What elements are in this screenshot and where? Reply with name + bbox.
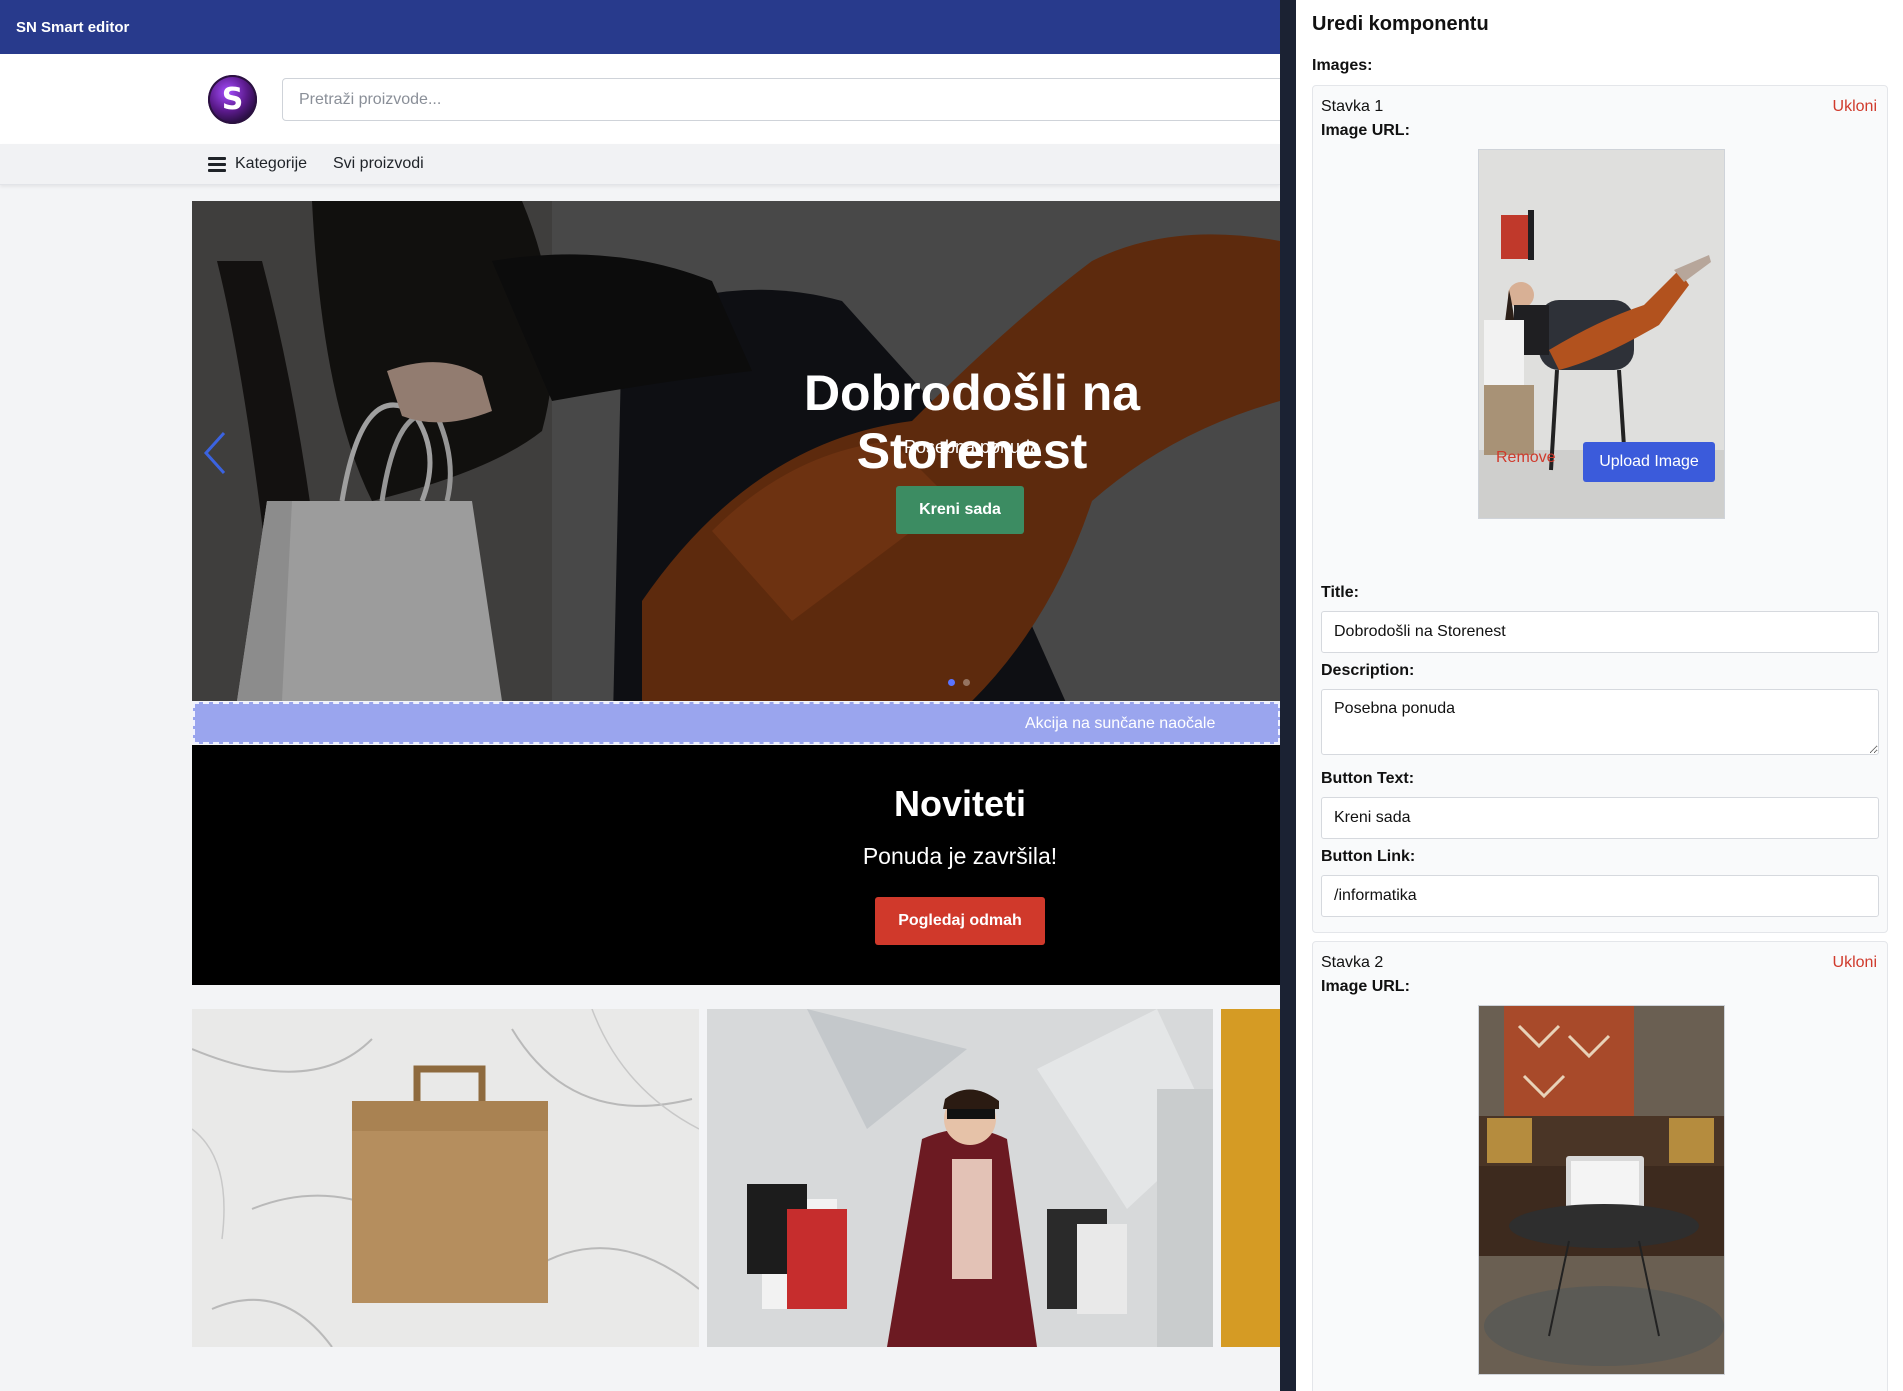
nav-categories-label: Kategorije bbox=[235, 155, 308, 172]
nav-all-products[interactable]: Svi proizvodi bbox=[333, 155, 424, 173]
nav-all-products-label: Svi proizvodi bbox=[333, 155, 424, 172]
description-label: Description: bbox=[1321, 662, 1415, 679]
promo-cta-button[interactable]: Pogledaj odmah bbox=[875, 897, 1045, 945]
hero-slider[interactable]: Dobrodošli na Storenest Posebna ponuda K… bbox=[192, 201, 1280, 701]
remove-image-button[interactable]: Remove bbox=[1496, 449, 1556, 467]
remove-item-button[interactable]: Ukloni bbox=[1833, 954, 1877, 972]
title-label: Title: bbox=[1321, 584, 1359, 601]
promo-banner: Noviteti Ponuda je završila! Pogledaj od… bbox=[192, 745, 1280, 985]
site-header: S bbox=[0, 54, 1280, 144]
hero-title: Dobrodošli na Storenest bbox=[803, 365, 1141, 479]
thumbnail-image bbox=[1479, 1006, 1724, 1374]
image-url-label: Image URL: bbox=[1321, 122, 1410, 139]
panel-title: Uredi komponentu bbox=[1312, 13, 1489, 35]
description-textarea[interactable]: Posebna ponuda bbox=[1321, 689, 1879, 755]
title-input[interactable] bbox=[1321, 611, 1879, 653]
upload-image-button[interactable]: Upload Image bbox=[1583, 442, 1715, 482]
hamburger-icon bbox=[208, 157, 226, 172]
logo-letter: S bbox=[221, 82, 244, 117]
images-label: Images: bbox=[1312, 57, 1373, 74]
store-preview: SN Smart editor S Kategorije Svi proizvo… bbox=[0, 0, 1280, 1391]
slider-dots bbox=[948, 679, 970, 686]
item-heading: Stavka 2 bbox=[1321, 954, 1384, 971]
store-logo[interactable]: S bbox=[208, 75, 257, 124]
slider-dot-active[interactable] bbox=[948, 679, 955, 686]
promo-subtitle: Ponuda je završila! bbox=[862, 843, 1058, 869]
announcement-bar[interactable]: Akcija na sunčane naočale bbox=[193, 702, 1280, 744]
button-text-label: Button Text: bbox=[1321, 770, 1415, 787]
editor-panel: Uredi komponentu Images: Stavka 1 Ukloni… bbox=[1296, 0, 1903, 1391]
hero-cta-button[interactable]: Kreni sada bbox=[896, 486, 1024, 534]
button-link-label: Button Link: bbox=[1321, 848, 1416, 865]
image-item-card: Stavka 1 Ukloni Image URL: Remove Upload… bbox=[1312, 85, 1888, 933]
hero-description: Posebna ponuda bbox=[903, 437, 1041, 457]
slider-dot[interactable] bbox=[963, 679, 970, 686]
chevron-left-icon[interactable] bbox=[200, 429, 230, 477]
image-url-label: Image URL: bbox=[1321, 978, 1410, 995]
image-thumbnail bbox=[1478, 1005, 1725, 1375]
editor-topbar: SN Smart editor bbox=[0, 0, 1280, 54]
nav-categories[interactable]: Kategorije bbox=[208, 155, 307, 173]
image-tile-partial[interactable] bbox=[1221, 1009, 1280, 1347]
paper-bag-image bbox=[192, 1009, 699, 1347]
shopper-image bbox=[707, 1009, 1213, 1347]
image-tile-shopper[interactable] bbox=[707, 1009, 1213, 1347]
app-title: SN Smart editor bbox=[16, 19, 130, 36]
image-tile-paper-bag[interactable] bbox=[192, 1009, 699, 1347]
button-link-input[interactable] bbox=[1321, 875, 1879, 917]
announcement-text: Akcija na sunčane naočale bbox=[1025, 715, 1216, 732]
item-heading: Stavka 1 bbox=[1321, 98, 1384, 115]
image-item-card: Stavka 2 Ukloni Image URL: bbox=[1312, 941, 1888, 1391]
main-nav: Kategorije Svi proizvodi bbox=[0, 144, 1280, 185]
button-text-input[interactable] bbox=[1321, 797, 1879, 839]
search-box bbox=[282, 78, 1280, 121]
promo-title: Noviteti bbox=[893, 783, 1026, 824]
remove-item-button[interactable]: Ukloni bbox=[1833, 98, 1877, 116]
search-input[interactable] bbox=[283, 79, 1280, 120]
panel-divider[interactable] bbox=[1280, 0, 1296, 1391]
